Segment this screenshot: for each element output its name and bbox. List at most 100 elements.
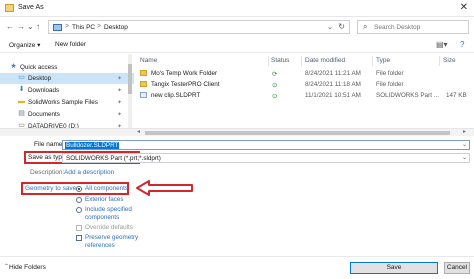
preserve-geometry-references-option[interactable]: Preserve geometry references — [76, 234, 146, 250]
breadcrumb-this-pc[interactable]: This PC — [72, 24, 95, 31]
refresh-icon[interactable]: ↻ — [338, 22, 345, 31]
include-specified-components-option[interactable]: Include specified components — [76, 206, 146, 222]
cancel-button[interactable]: Cancel — [444, 262, 470, 274]
file-row[interactable]: Tangix TesterPRO Client ⊙ 8/24/2021 11:1… — [134, 80, 469, 90]
column-divider[interactable] — [268, 56, 269, 66]
star-icon: ★ — [10, 63, 17, 70]
scroll-left-arrow-icon[interactable]: ◂ — [137, 128, 140, 135]
pin-icon: ✦ — [117, 112, 123, 118]
pin-icon: ✦ — [117, 88, 123, 94]
exterior-faces-radio[interactable] — [76, 197, 82, 203]
column-header-name[interactable]: Name — [140, 57, 157, 64]
forward-arrow-icon[interactable]: → — [17, 22, 25, 31]
add-description-link[interactable]: Add a description — [64, 169, 114, 176]
navigation-pane: ★ Quick access ▭ Desktop ✦ ⬇ Downloads ✦… — [0, 54, 134, 136]
back-arrow-icon[interactable]: ← — [6, 22, 14, 31]
file-name-dropdown-chevron-icon[interactable]: ⌄ — [462, 141, 467, 148]
address-dropdown-chevron-icon[interactable]: ⌄ — [327, 23, 333, 31]
nav-item-label: Desktop — [28, 75, 52, 82]
address-bar[interactable]: > This PC > Desktop ⌄ ↻ — [48, 20, 350, 34]
breadcrumb-desktop[interactable]: Desktop — [104, 24, 128, 31]
breadcrumb-separator: > — [97, 23, 102, 30]
nav-item-label: Downloads — [28, 87, 60, 94]
pin-icon: ✦ — [117, 100, 123, 106]
preserve-geometry-references-checkbox[interactable] — [76, 235, 82, 241]
close-icon[interactable]: ✕ — [460, 2, 468, 13]
view-options-icon[interactable]: ▤▾ — [436, 40, 448, 49]
save-button[interactable]: Save — [350, 262, 438, 274]
column-divider[interactable] — [301, 56, 302, 66]
up-arrow-icon[interactable]: ↑ — [36, 22, 40, 31]
file-name: Mo's Temp Work Folder — [151, 70, 218, 77]
breadcrumb-separator: > — [65, 23, 70, 30]
file-name-value: Bulldozer.SLDPRT — [65, 142, 120, 149]
documents-icon: ▤ — [18, 110, 25, 117]
nav-item-label: Quick access — [20, 64, 58, 71]
nav-item-label: Documents — [28, 111, 60, 118]
file-row[interactable]: Mo's Temp Work Folder ⟳ 8/24/2021 11:21 … — [134, 69, 469, 79]
nav-item-quick-access[interactable]: ★ Quick access — [0, 62, 134, 73]
available-status-icon: ⊙ — [272, 82, 278, 89]
description-label: Description: — [30, 169, 65, 176]
column-header-size[interactable]: Size — [443, 57, 456, 64]
folder-icon — [140, 70, 147, 76]
column-header-date-modified[interactable]: Date modified — [305, 57, 345, 64]
column-header-type[interactable]: Type — [376, 57, 390, 64]
nav-item-solidworks-sample-files[interactable]: ▬ SolidWorks Sample Files ✦ — [0, 97, 134, 108]
nav-pane-scrollbar[interactable] — [128, 54, 132, 136]
option-label: Override defaults — [85, 224, 133, 231]
folder-icon — [140, 81, 147, 87]
sync-status-icon: ⟳ — [272, 71, 278, 78]
nav-item-downloads[interactable]: ⬇ Downloads ✦ — [0, 85, 134, 96]
sldprt-file-icon — [140, 92, 147, 98]
organize-button[interactable]: Organize ▾ — [9, 41, 40, 49]
file-date: 8/24/2021 11:18 AM — [305, 81, 361, 88]
geometry-to-save-label: Geometry to save: — [25, 185, 79, 192]
recent-locations-chevron-icon[interactable]: ⌄ — [27, 22, 34, 31]
scrollbar-thumb[interactable] — [145, 131, 450, 135]
scrollbar-thumb[interactable] — [128, 64, 132, 94]
file-size: 147 KB — [446, 92, 467, 99]
option-label: Exterior faces — [85, 196, 124, 203]
window-title: Save As — [18, 4, 44, 11]
scroll-right-arrow-icon[interactable]: ▸ — [463, 128, 466, 135]
file-date: 11/1/2021 10:51 AM — [305, 92, 361, 99]
save-as-type-select[interactable]: SOLIDWORKS Part (*.prt;*.sldprt) ⌄ — [62, 153, 470, 163]
file-type: SOLIDWORKS Part ... — [376, 92, 439, 99]
file-name-field[interactable]: Bulldozer.SLDPRT ⌄ — [62, 140, 470, 150]
desktop-folder-icon: ▭ — [18, 74, 25, 81]
annotation-arrow-icon — [136, 180, 193, 196]
save-as-app-icon — [5, 4, 14, 12]
hide-folders-button[interactable]: Hide Folders — [9, 264, 46, 271]
all-components-radio[interactable] — [76, 186, 82, 192]
nav-item-desktop[interactable]: ▭ Desktop ✦ — [0, 73, 134, 84]
help-icon[interactable]: ? — [460, 40, 464, 49]
search-input[interactable] — [374, 22, 466, 33]
all-components-option[interactable]: All components — [76, 185, 136, 194]
column-divider[interactable] — [439, 56, 440, 66]
save-as-type-value: SOLIDWORKS Part (*.prt;*.sldprt) — [66, 155, 161, 162]
column-divider[interactable] — [372, 56, 373, 66]
new-folder-button[interactable]: New folder — [55, 41, 86, 48]
address-row: ← → ⌄ ↑ > This PC > Desktop ⌄ ↻ ⌕ — [0, 17, 474, 37]
computer-icon — [53, 24, 62, 31]
download-icon: ⬇ — [18, 86, 25, 93]
column-header-status[interactable]: Status — [271, 57, 289, 64]
option-label: All components — [85, 185, 129, 192]
file-list: Name Status Date modified Type Size Mo's… — [134, 54, 469, 136]
file-name: new clip.SLDPRT — [151, 92, 201, 99]
search-box[interactable]: ⌕ — [357, 20, 469, 34]
nav-item-documents[interactable]: ▤ Documents ✦ — [0, 109, 134, 120]
file-list-horizontal-scrollbar[interactable]: ◂ ▸ — [0, 128, 474, 136]
exterior-faces-option[interactable]: Exterior faces — [76, 196, 146, 205]
file-type: File folder — [376, 70, 404, 77]
option-label: Include specified components — [85, 206, 132, 221]
search-icon: ⌕ — [363, 22, 368, 31]
title-bar: Save As ✕ — [0, 0, 474, 17]
override-defaults-checkbox — [76, 225, 82, 231]
include-specified-components-radio[interactable] — [76, 207, 82, 213]
save-as-type-dropdown-chevron-icon[interactable]: ⌄ — [462, 154, 467, 161]
file-row[interactable]: new clip.SLDPRT ⊙ 11/1/2021 10:51 AM SOL… — [134, 91, 469, 101]
file-type: File folder — [376, 81, 404, 88]
option-label: Preserve geometry references — [85, 234, 139, 249]
